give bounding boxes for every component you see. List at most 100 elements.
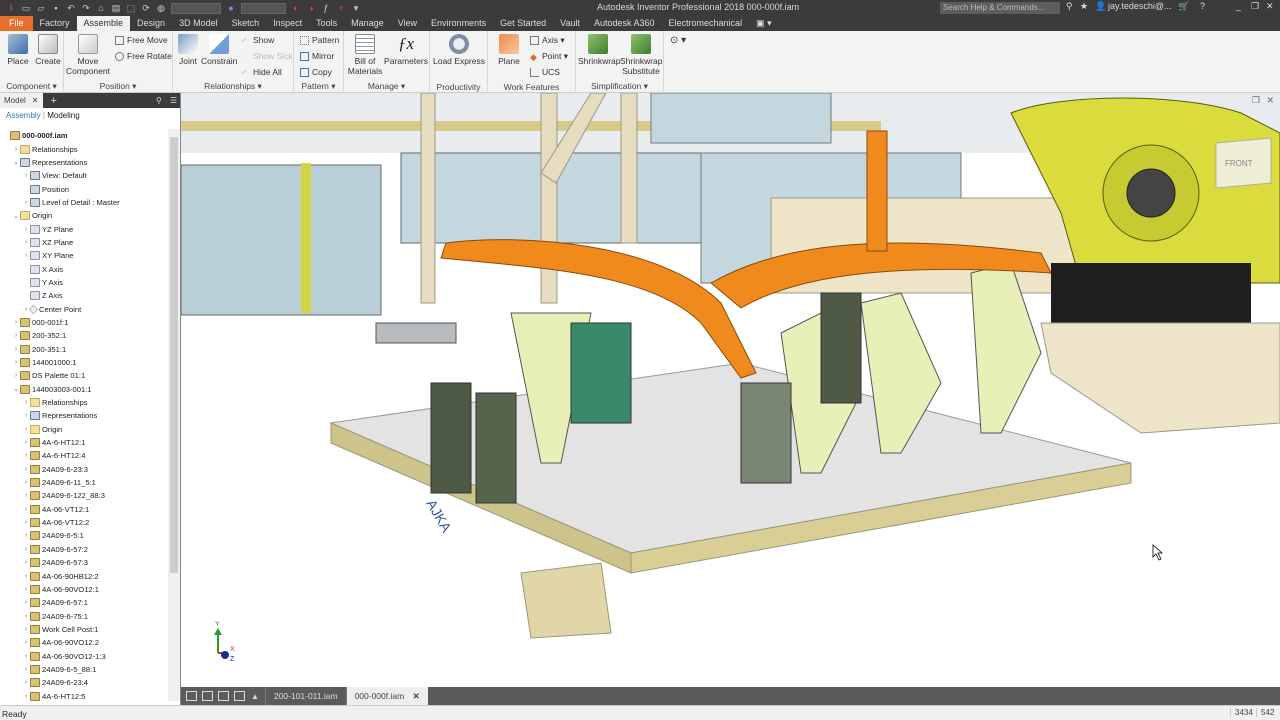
tile-windows-icon[interactable] [202,691,213,701]
doc-tab-menu-icon[interactable]: ▲ [251,692,259,701]
favorites-icon[interactable]: ★ [1080,1,1088,12]
tab-assemble[interactable]: Assemble [76,16,131,31]
shrinkwrap-button[interactable]: Shrinkwrap [578,34,621,66]
close-button[interactable]: ✕ [1266,1,1274,12]
expand-chevron-icon[interactable]: › [22,412,30,419]
collapse-chevron-icon[interactable]: ⌄ [12,212,20,220]
undo-icon[interactable]: ↶ [66,3,76,13]
expand-chevron-icon[interactable]: › [22,613,30,620]
mode-modeling[interactable]: Modeling [47,111,79,120]
browser-node[interactable]: › 4A-06-90VO12-1:3 [0,649,168,662]
tab-tools[interactable]: Tools [309,16,344,31]
panel-label-component[interactable]: Component ▾ [0,81,63,92]
minimize-button[interactable]: _ [1236,1,1241,11]
expand-chevron-icon[interactable]: › [22,452,30,459]
expand-chevron-icon[interactable]: › [22,239,30,246]
close-doc-tab-icon[interactable]: ✕ [413,691,420,701]
expand-chevron-icon[interactable]: › [12,332,20,339]
expand-chevron-icon[interactable]: › [12,372,20,379]
expand-chevron-icon[interactable]: › [22,252,30,259]
tab-3d-model[interactable]: 3D Model [172,16,225,31]
assembly-3d-scene[interactable]: AJKA FRONT Y X Z [181,93,1280,687]
browser-node[interactable]: ⌄ Origin [0,209,168,222]
expand-chevron-icon[interactable]: › [22,626,30,633]
update-icon[interactable]: ⟳ [141,3,151,13]
expand-chevron-icon[interactable]: › [22,172,30,179]
clear-override-icon[interactable]: ◐ [291,3,301,13]
tab-design[interactable]: Design [130,16,172,31]
open-file-icon[interactable]: ▱ [36,3,46,13]
expand-chevron-icon[interactable]: › [22,559,30,566]
browser-node[interactable]: › 144001000:1 [0,356,168,369]
browser-node[interactable]: › Origin [0,423,168,436]
browser-node[interactable]: › Center Point [0,302,168,315]
redo-icon[interactable]: ↷ [81,3,91,13]
tab-factory[interactable]: Factory [33,16,77,31]
fx-icon[interactable]: ƒ [321,3,331,13]
new-file-icon[interactable]: ▭ [21,3,31,13]
store-icon[interactable]: 🛒 [1178,1,1189,12]
mode-assembly[interactable]: Assembly [6,111,41,120]
expand-chevron-icon[interactable]: › [12,319,20,326]
plane-button[interactable]: Plane [492,34,526,66]
expand-chevron-icon[interactable]: › [22,492,30,499]
panel-label-simplification[interactable]: Simplification ▾ [576,81,663,92]
tab-file[interactable]: File [0,16,33,31]
user-account[interactable]: jay.tedeschi@... [1108,1,1172,11]
expand-chevron-icon[interactable]: › [22,586,30,593]
move-component-button[interactable]: Move Component [66,34,110,76]
expand-chevron-icon[interactable]: › [22,693,30,700]
search-help-input[interactable]: Search Help & Commands... [940,2,1060,14]
expand-chevron-icon[interactable]: › [22,439,30,446]
cascade-windows-icon[interactable] [186,691,197,701]
browser-node[interactable]: › Work Cell Post:1 [0,623,168,636]
browser-node[interactable]: › 24A09-6-5_88:1 [0,663,168,676]
collapse-chevron-icon[interactable]: ⌄ [12,385,20,393]
help-icon[interactable]: ? [1200,1,1205,11]
browser-node[interactable]: › 4A-6-HT12:5 [0,689,168,701]
browser-scroll-thumb[interactable] [170,137,178,573]
browser-node[interactable]: › View: Default [0,169,168,182]
ribbon-overflow-icon[interactable]: ⊙ ▾ [670,35,686,46]
tab-autodesk-a360[interactable]: Autodesk A360 [587,16,662,31]
browser-node[interactable]: › XY Plane [0,249,168,262]
panel-label-relationships[interactable]: Relationships ▾ [173,81,293,92]
load-express-button[interactable]: Load Express [432,34,486,66]
browser-node[interactable]: › YZ Plane [0,222,168,235]
browser-node[interactable]: › 4A-6-HT12:1 [0,436,168,449]
browser-node[interactable]: › 24A09-6-57:2 [0,543,168,556]
browser-node[interactable]: › XZ Plane [0,236,168,249]
browser-node[interactable]: 000-000f.iam [0,129,168,142]
browser-node[interactable]: › 200-351:1 [0,343,168,356]
browser-menu-icon[interactable]: ☰ [170,96,177,105]
browser-node[interactable]: › Level of Detail : Master [0,196,168,209]
panel-label-position[interactable]: Position ▾ [64,81,172,92]
tab-view[interactable]: View [391,16,424,31]
appearance-icon[interactable]: ● [226,3,236,13]
qat-customize-icon[interactable]: ▾ [351,3,361,13]
expand-chevron-icon[interactable]: › [22,653,30,660]
viewport-close-icon[interactable]: ✕ [1266,95,1274,106]
browser-node[interactable]: › 4A-06-VT12:1 [0,503,168,516]
expand-chevron-icon[interactable]: › [22,639,30,646]
expand-chevron-icon[interactable]: › [22,573,30,580]
material-dropdown[interactable] [171,2,221,14]
expand-chevron-icon[interactable]: › [22,226,30,233]
expand-chevron-icon[interactable]: › [22,666,30,673]
viewport-restore-icon[interactable]: ❐ [1252,95,1260,106]
browser-node[interactable]: › 24A09-6-23:4 [0,676,168,689]
home-icon[interactable]: ⌂ [96,3,106,13]
material-icon[interactable]: ◍ [156,3,166,13]
pattern-button[interactable]: Pattern [300,35,339,45]
adjust-icon[interactable]: ◑ [306,3,316,13]
browser-node[interactable]: › 200-352:1 [0,329,168,342]
free-move-button[interactable]: Free Move [115,35,168,45]
graphics-viewport[interactable]: AJKA FRONT Y X Z ❐ ✕ [181,93,1280,687]
show-sick-button[interactable]: ♂ Show Sick [241,51,293,61]
browser-node[interactable]: › 24A09-6-23:3 [0,463,168,476]
collapse-chevron-icon[interactable]: ⌄ [12,158,20,166]
expand-chevron-icon[interactable]: › [22,599,30,606]
doc-tab-200-101-011[interactable]: 200-101-011.iam [264,687,346,705]
browser-node[interactable]: › Relationships [0,142,168,155]
measure-icon[interactable]: + [336,3,346,13]
